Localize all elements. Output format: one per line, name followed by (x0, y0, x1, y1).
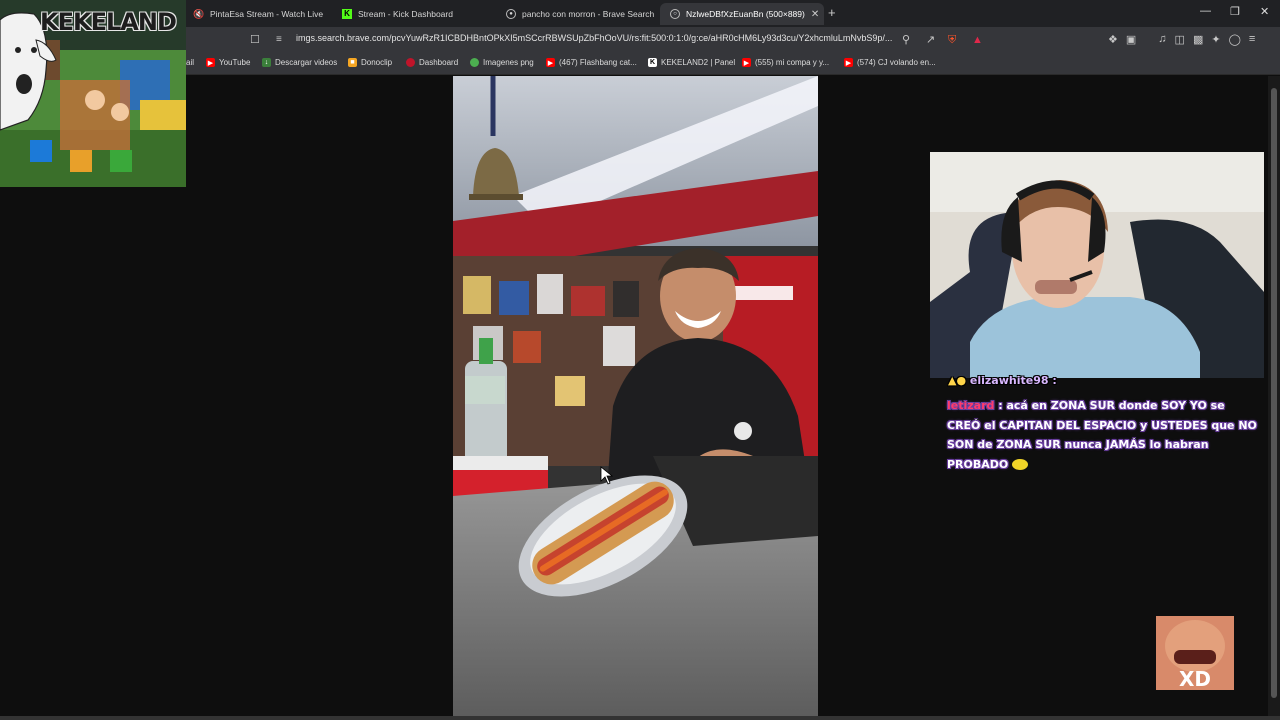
tab-brave-search[interactable]: ● pancho con morron - Brave Search (496, 3, 656, 25)
sidebar-icon[interactable]: ◫ (1175, 33, 1185, 46)
restore-button[interactable]: ❐ (1230, 5, 1240, 18)
bookmark-flashbang-cat[interactable]: ▶ (467) Flashbang cat... (546, 58, 637, 67)
toolbar-actions: ❖ ▣ ♫ ◫ ▩ ✦ ◯ ≡ (1108, 33, 1255, 46)
download-icon: ↓ (262, 58, 271, 67)
close-tab-icon[interactable]: ✕ (811, 9, 819, 20)
kekeland-logo: KEKELAND (0, 0, 186, 187)
hotdog-photo-art (453, 76, 818, 716)
webcam-feed (930, 152, 1264, 378)
brave-search-icon: ● (506, 9, 516, 19)
tab-title: PintaEsa Stream - Watch Live on (210, 9, 324, 19)
chat-previous-user: ▲● elizawhite98 : (948, 374, 1057, 387)
chat-message: letizard : acá en ZONA SUR donde SOY YO … (947, 396, 1257, 474)
bookmark-gmail[interactable]: ail (186, 58, 194, 67)
youtube-icon: ▶ (206, 58, 215, 67)
media-icon[interactable]: ♫ (1158, 33, 1166, 46)
vertical-scrollbar[interactable] (1268, 76, 1280, 716)
window-bottom-edge (0, 716, 1280, 720)
globe-icon: ○ (670, 9, 680, 19)
laughing-emote-icon: XD (1156, 616, 1234, 690)
chat-text: : acá en ZONA SUR donde SOY YO se CREÓ e… (947, 399, 1257, 471)
screenshot-icon[interactable]: ▣ (1126, 33, 1136, 46)
wallet-icon[interactable]: ▩ (1193, 33, 1203, 46)
k-icon: K (648, 58, 657, 67)
donoclip-icon: ■ (348, 58, 357, 67)
tab-title: pancho con morron - Brave Search (522, 9, 655, 19)
bookmark-icon[interactable]: ☐ (250, 34, 260, 46)
bookmark-donoclip[interactable]: ■ Donoclip (348, 58, 392, 67)
share-icon[interactable]: ↗ (926, 34, 935, 46)
bookmark-mi-compa[interactable]: ▶ (555) mi compa y y... (742, 58, 829, 67)
tab-title: NzlweDBfXzEuanBn (500×889) (686, 9, 805, 19)
tab-kick-dashboard[interactable]: K Stream - Kick Dashboard (332, 3, 492, 25)
site-info-icon[interactable]: ≡ (276, 34, 282, 46)
minimize-button[interactable]: — (1200, 5, 1211, 17)
logo-title: KEKELAND (40, 8, 177, 36)
brave-rewards-icon[interactable]: ▲ (972, 34, 983, 46)
extensions-icon[interactable]: ❖ (1108, 33, 1118, 46)
bookmark-imagenes-png[interactable]: Imagenes png (470, 58, 534, 67)
yellow-emote-icon (1012, 459, 1029, 470)
dashboard-icon (406, 58, 415, 67)
chat-username: letizard (947, 399, 995, 412)
bookmark-cj-volando[interactable]: ▶ (574) CJ volando en... (844, 58, 936, 67)
tab-image-active[interactable]: ○ NzlweDBfXzEuanBn (500×889) ✕ (660, 3, 824, 25)
youtube-icon: ▶ (844, 58, 853, 67)
svg-text:XD: XD (1179, 667, 1211, 690)
youtube-icon: ▶ (742, 58, 751, 67)
kick-muted-icon: 🔇 (193, 9, 205, 19)
tab-pintaesa-stream[interactable]: 🔇 PintaEsa Stream - Watch Live on (184, 3, 324, 25)
bookmark-kekeland-panel[interactable]: K KEKELAND2 | Panel (648, 58, 735, 67)
kick-icon: K (342, 9, 352, 19)
close-window-button[interactable]: ✕ (1260, 5, 1269, 18)
bookmark-dashboard[interactable]: Dashboard (406, 58, 458, 67)
webcam-feed-art (930, 152, 1264, 378)
bookmark-youtube[interactable]: ▶ YouTube (206, 58, 250, 67)
brave-shields-icon[interactable]: ⛨ (948, 34, 956, 46)
bookmark-descargar-videos[interactable]: ↓ Descargar videos (262, 58, 337, 67)
bookmarks-bar: ail ▶ YouTube ↓ Descargar videos ■ Donoc… (186, 53, 1280, 75)
scrollbar-thumb[interactable] (1271, 88, 1277, 698)
chat-badge-icon: ▲● (948, 374, 967, 387)
image-icon (470, 58, 479, 67)
tab-strip: 🔇 PintaEsa Stream - Watch Live on K Stre… (0, 0, 1280, 27)
youtube-icon: ▶ (546, 58, 555, 67)
leo-ai-icon[interactable]: ✦ (1211, 33, 1220, 46)
tab-title: Stream - Kick Dashboard (358, 9, 453, 19)
vpn-icon[interactable]: ◯ (1229, 33, 1241, 46)
url-text[interactable]: imgs.search.brave.com/pcvYuwRzR1ICBDHBnt… (296, 33, 892, 48)
menu-icon[interactable]: ≡ (1249, 33, 1255, 46)
address-toolbar: ☐ ≡ imgs.search.brave.com/pcvYuwRzR1ICBD… (186, 27, 1280, 53)
hotdog-photo[interactable] (453, 76, 818, 716)
zoom-icon[interactable]: ⚲ (902, 34, 910, 46)
new-tab-button[interactable]: + (828, 5, 836, 20)
